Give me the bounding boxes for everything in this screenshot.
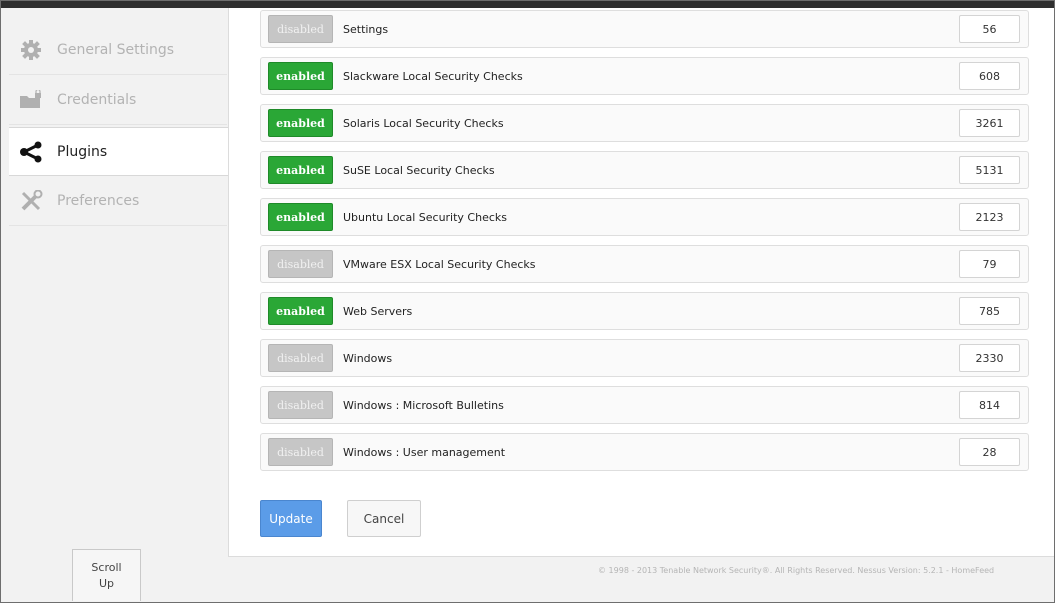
- plugin-family-row: disabled Windows : Microsoft Bulletins 8…: [260, 386, 1029, 424]
- plugin-count: 785: [959, 297, 1020, 325]
- sidebar: General Settings Credentials Plugins Pre…: [9, 9, 228, 229]
- status-toggle[interactable]: disabled: [268, 250, 333, 278]
- update-button[interactable]: Update: [260, 500, 322, 537]
- sidebar-item-preferences[interactable]: Preferences: [9, 177, 227, 226]
- status-toggle[interactable]: disabled: [268, 391, 333, 419]
- scroll-up-label-line2: Up: [98, 577, 115, 590]
- plugin-family-row: disabled Windows 2330: [260, 339, 1029, 377]
- sidebar-item-general-settings[interactable]: General Settings: [9, 26, 227, 75]
- top-bar: [1, 1, 1054, 8]
- status-toggle[interactable]: enabled: [268, 156, 333, 184]
- plugin-family-name[interactable]: Web Servers: [343, 305, 959, 318]
- plugin-family-row: enabled Ubuntu Local Security Checks 212…: [260, 198, 1029, 236]
- plugin-family-name[interactable]: Solaris Local Security Checks: [343, 117, 959, 130]
- plugin-family-name[interactable]: Settings: [343, 23, 959, 36]
- app-window: General Settings Credentials Plugins Pre…: [0, 0, 1055, 603]
- plugin-count: 608: [959, 62, 1020, 90]
- sidebar-item-label: Plugins: [57, 143, 108, 160]
- plugin-count: 2123: [959, 203, 1020, 231]
- plugin-family-row: enabled Web Servers 785: [260, 292, 1029, 330]
- cancel-button[interactable]: Cancel: [347, 500, 421, 537]
- sidebar-item-label: General Settings: [57, 42, 175, 58]
- sidebar-item-label: Preferences: [57, 193, 140, 209]
- plugin-family-row: disabled Windows : User management 28: [260, 433, 1029, 471]
- plugin-count: 814: [959, 391, 1020, 419]
- folder-lock-icon: [19, 89, 43, 111]
- plugin-count: 56: [959, 15, 1020, 43]
- status-toggle[interactable]: disabled: [268, 438, 333, 466]
- status-toggle[interactable]: enabled: [268, 203, 333, 231]
- scroll-up-label-line1: Scroll: [91, 561, 122, 574]
- sidebar-item-plugins[interactable]: Plugins: [9, 127, 228, 176]
- sidebar-item-credentials[interactable]: Credentials: [9, 76, 227, 125]
- share-icon: [19, 141, 43, 163]
- plugin-count: 5131: [959, 156, 1020, 184]
- status-toggle[interactable]: enabled: [268, 297, 333, 325]
- plugin-family-row: disabled Settings 56: [260, 10, 1029, 48]
- status-toggle[interactable]: enabled: [268, 109, 333, 137]
- plugin-family-name[interactable]: Windows : Microsoft Bulletins: [343, 399, 959, 412]
- status-toggle[interactable]: enabled: [268, 62, 333, 90]
- status-toggle[interactable]: disabled: [268, 344, 333, 372]
- plugin-family-name[interactable]: Ubuntu Local Security Checks: [343, 211, 959, 224]
- sidebar-item-label: Credentials: [57, 92, 137, 108]
- plugin-family-name[interactable]: Windows: [343, 352, 959, 365]
- plugin-count: 79: [959, 250, 1020, 278]
- plugin-family-name[interactable]: Windows : User management: [343, 446, 959, 459]
- plugin-family-name[interactable]: SuSE Local Security Checks: [343, 164, 959, 177]
- scroll-up-button[interactable]: Scroll Up: [72, 549, 141, 601]
- plugin-count: 3261: [959, 109, 1020, 137]
- gear-icon: [19, 39, 43, 61]
- plugin-family-row: enabled SuSE Local Security Checks 5131: [260, 151, 1029, 189]
- plugin-count: 2330: [959, 344, 1020, 372]
- plugin-family-row: disabled VMware ESX Local Security Check…: [260, 245, 1029, 283]
- status-toggle[interactable]: disabled: [268, 15, 333, 43]
- plugin-family-name[interactable]: VMware ESX Local Security Checks: [343, 258, 959, 271]
- footer-copyright: © 1998 - 2013 Tenable Network Security®.…: [598, 566, 995, 575]
- tools-icon: [19, 190, 43, 212]
- plugin-family-row: enabled Slackware Local Security Checks …: [260, 57, 1029, 95]
- plugins-panel: disabled Settings 56 enabled Slackware L…: [228, 8, 1054, 557]
- plugin-count: 28: [959, 438, 1020, 466]
- plugin-family-name[interactable]: Slackware Local Security Checks: [343, 70, 959, 83]
- plugin-family-row: enabled Solaris Local Security Checks 32…: [260, 104, 1029, 142]
